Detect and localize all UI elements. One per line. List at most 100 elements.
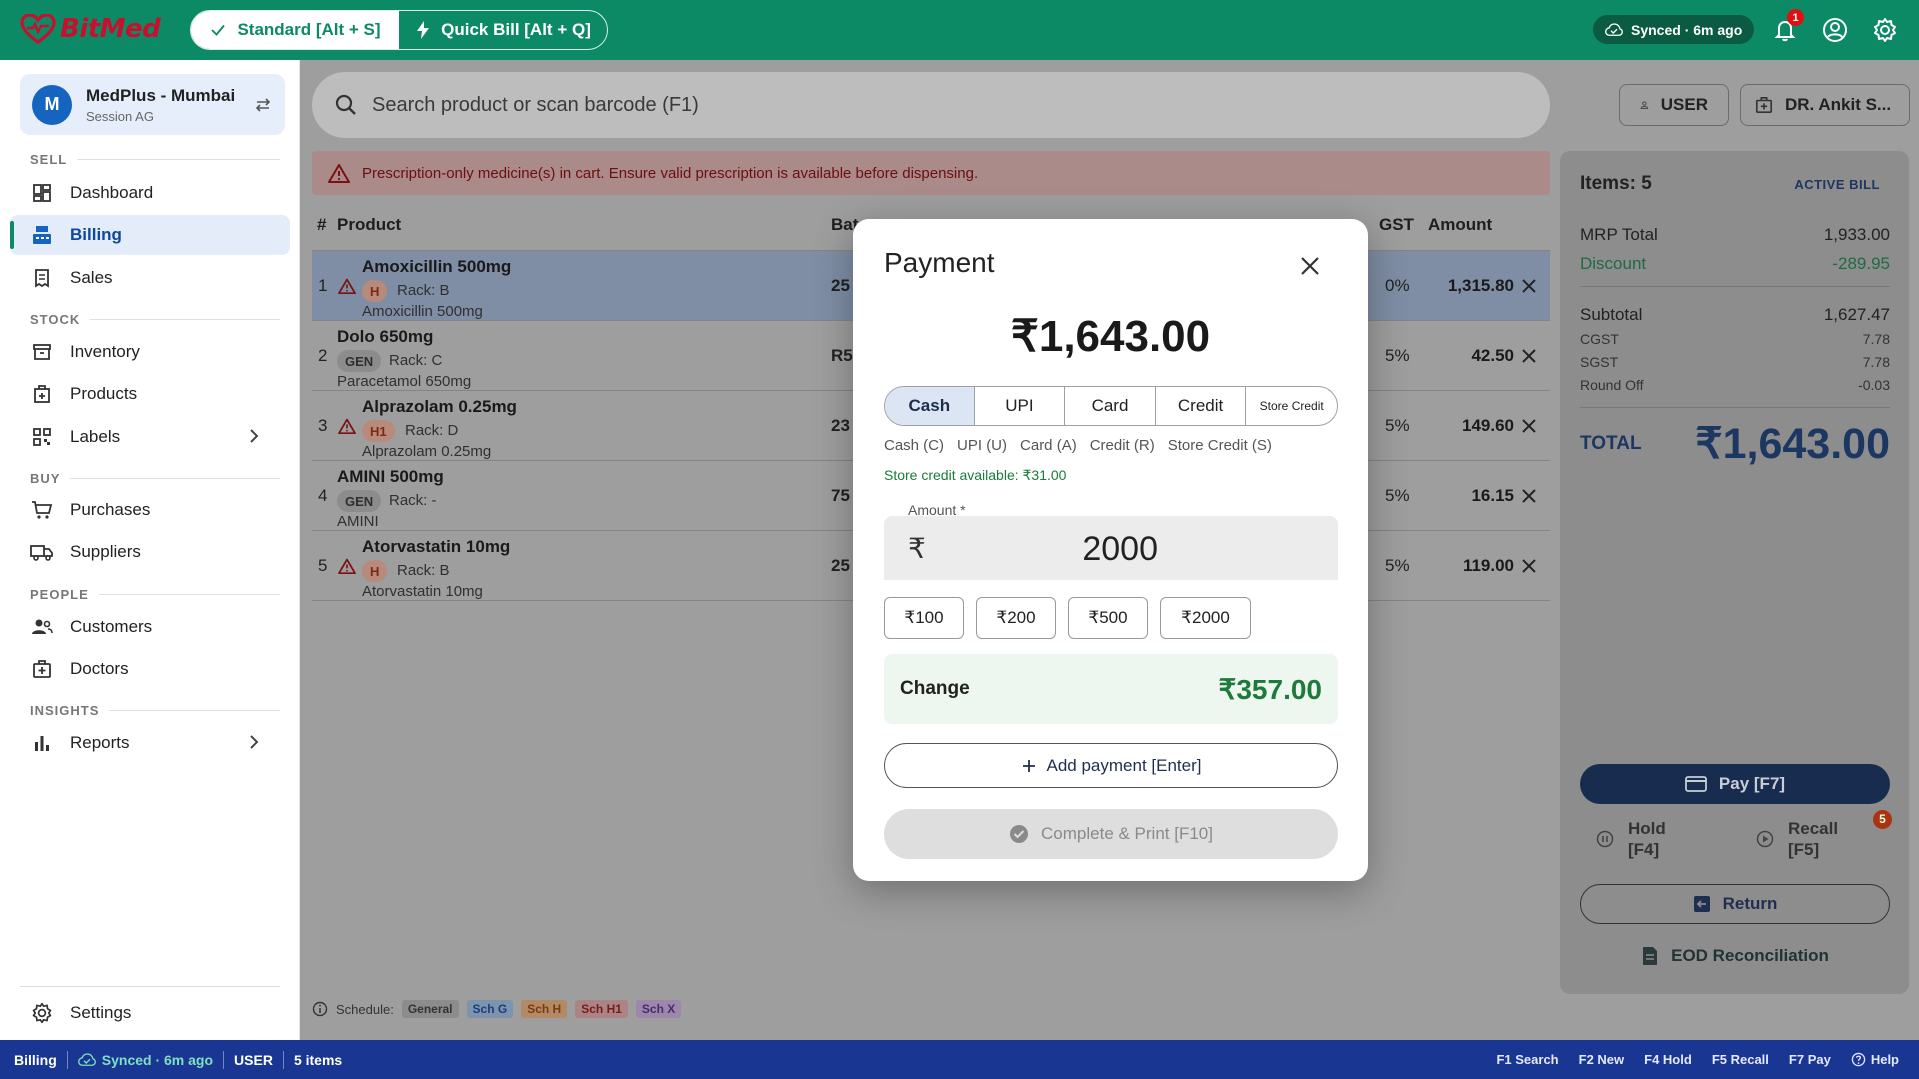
store-switcher[interactable]: M MedPlus - Mumbai Session AG — [20, 74, 285, 135]
swap-icon[interactable] — [253, 95, 273, 115]
amount-input[interactable]: 2000 — [1082, 530, 1158, 569]
sidebar-item-label: Sales — [70, 268, 113, 287]
warning-icon — [338, 278, 356, 294]
sidebar-item-label: Products — [70, 384, 138, 403]
person-icon — [1640, 101, 1649, 109]
product-name: Amoxicillin 500mg — [362, 257, 512, 276]
hold-button[interactable]: Hold [F4] — [1580, 814, 1730, 864]
schedule-chip: H — [362, 560, 388, 582]
amount-value: 42.50 — [1471, 346, 1514, 365]
sidebar-item-label: Billing — [70, 225, 122, 244]
billing-mode-toggle: Standard [Alt + S] Quick Bill [Alt + Q] — [190, 10, 608, 50]
payment-dialog: Payment ₹1,643.00 Cash UPI Card Credit S… — [853, 219, 1368, 881]
document-icon — [1643, 947, 1658, 965]
sidebar-item-inventory[interactable]: Inventory — [10, 332, 290, 372]
quick-bill-mode-button[interactable]: Quick Bill [Alt + Q] — [399, 11, 607, 49]
sync-status-pill[interactable]: Synced · 6m ago — [1593, 15, 1755, 44]
shortcut-search[interactable]: F1 Search — [1496, 1052, 1558, 1067]
notifications-button[interactable]: 1 — [1770, 9, 1804, 45]
doctor-button-label: DR. Ankit S... — [1785, 95, 1892, 114]
pay-button[interactable]: Pay [F7] — [1580, 764, 1890, 804]
chevron-right-icon — [250, 429, 259, 443]
help-button[interactable]: Help — [1851, 1052, 1899, 1067]
schedule-chip: GEN — [337, 350, 382, 372]
user-select-button[interactable]: USER — [1619, 84, 1729, 126]
tab-cash[interactable]: Cash — [885, 387, 975, 425]
batch-value[interactable]: R5 — [831, 346, 853, 366]
eod-reconciliation-button[interactable]: EOD Reconciliation — [1580, 941, 1890, 971]
generic-name: Atorvastatin 10mg — [362, 583, 483, 600]
hold-label: Hold — [1628, 819, 1666, 838]
column-header-product[interactable]: Product — [337, 215, 401, 235]
amount-field-label: Amount * — [908, 502, 966, 518]
remove-row-icon[interactable] — [1517, 554, 1541, 578]
sidebar-item-reports[interactable]: Reports — [10, 723, 290, 763]
remove-row-icon[interactable] — [1517, 414, 1541, 438]
batch-value[interactable]: 75 — [831, 486, 850, 506]
column-header-gst[interactable]: GST — [1379, 215, 1414, 235]
recall-button[interactable]: Recall [F5] 5 — [1740, 810, 1892, 864]
bar-chart-icon — [30, 731, 54, 755]
batch-value[interactable]: 25 — [831, 276, 850, 296]
batch-value[interactable]: 25 — [831, 556, 850, 576]
alert-text: Prescription-only medicine(s) in cart. E… — [362, 164, 979, 182]
dashboard-icon — [30, 181, 54, 205]
remove-row-icon[interactable] — [1517, 274, 1541, 298]
sidebar-item-label: Doctors — [70, 659, 129, 678]
column-header-amount[interactable]: Amount — [1428, 215, 1492, 235]
shortcut-hold[interactable]: F4 Hold — [1644, 1052, 1692, 1067]
schedule-g-chip: Sch G — [466, 1000, 514, 1018]
shortcut-new[interactable]: F2 New — [1579, 1052, 1625, 1067]
tab-upi[interactable]: UPI — [975, 387, 1066, 425]
add-payment-button[interactable]: Add payment [Enter] — [884, 743, 1338, 788]
batch-value[interactable]: 23 — [831, 416, 850, 436]
tab-credit[interactable]: Credit — [1156, 387, 1247, 425]
help-label: Help — [1870, 1052, 1899, 1067]
summary-divider — [1580, 286, 1890, 287]
return-button[interactable]: Return — [1580, 884, 1890, 924]
sidebar-item-products[interactable]: Products — [10, 374, 290, 414]
status-sync[interactable]: Synced · 6m ago — [68, 1050, 223, 1070]
complete-print-button[interactable]: Complete & Print [F10] — [884, 809, 1338, 859]
tab-store-credit[interactable]: Store Credit — [1246, 387, 1337, 425]
sidebar-item-sales[interactable]: Sales — [10, 258, 290, 298]
store-avatar: M — [32, 84, 72, 125]
remove-row-icon[interactable] — [1517, 484, 1541, 508]
shortcut-pay[interactable]: F7 Pay — [1789, 1052, 1831, 1067]
quick-bill-mode-label: Quick Bill [Alt + Q] — [441, 20, 591, 39]
amount-field[interactable]: Amount * ₹ 2000 — [884, 502, 1338, 580]
tab-card[interactable]: Card — [1065, 387, 1156, 425]
sidebar-item-dashboard[interactable]: Dashboard — [10, 173, 290, 213]
close-icon[interactable] — [1299, 255, 1321, 277]
sidebar-item-billing[interactable]: Billing — [10, 215, 290, 255]
gear-icon — [1874, 18, 1896, 42]
generic-name: Amoxicillin 500mg — [362, 303, 483, 320]
quick-amount-200-button[interactable]: ₹200 — [976, 597, 1056, 639]
account-button[interactable] — [1820, 15, 1850, 45]
rupee-icon: ₹ — [908, 533, 926, 564]
doctor-select-button[interactable]: DR. Ankit S... — [1740, 84, 1910, 126]
settings-button[interactable] — [1870, 15, 1900, 45]
sidebar-item-suppliers[interactable]: Suppliers — [10, 532, 290, 572]
sidebar-item-settings[interactable]: Settings — [10, 993, 290, 1033]
standard-mode-button[interactable]: Standard [Alt + S] — [191, 11, 399, 49]
discount-label: Discount — [1580, 254, 1647, 273]
round-off-label: Round Off — [1580, 377, 1644, 393]
sidebar-item-customers[interactable]: Customers — [10, 607, 290, 647]
remove-row-icon[interactable] — [1517, 344, 1541, 368]
medical-box-icon — [30, 382, 54, 406]
app-logo[interactable]: BitMed — [20, 14, 161, 44]
cart-icon — [30, 498, 54, 522]
sidebar-item-purchases[interactable]: Purchases — [10, 490, 290, 530]
product-search-bar[interactable]: Search product or scan barcode (F1) — [312, 72, 1550, 138]
shortcut-recall[interactable]: F5 Recall — [1712, 1052, 1769, 1067]
pay-button-label: Pay [F7] — [1718, 774, 1786, 793]
sidebar-item-labels[interactable]: Labels — [10, 417, 290, 457]
sidebar-item-doctors[interactable]: Doctors — [10, 649, 290, 689]
subtotal-label: Subtotal — [1580, 305, 1643, 324]
quick-amount-500-button[interactable]: ₹500 — [1068, 597, 1148, 639]
search-input[interactable]: Search product or scan barcode (F1) — [372, 94, 699, 117]
section-sell: SELL — [30, 152, 280, 167]
quick-amount-100-button[interactable]: ₹100 — [884, 597, 964, 639]
quick-amount-2000-button[interactable]: ₹2000 — [1160, 597, 1251, 639]
